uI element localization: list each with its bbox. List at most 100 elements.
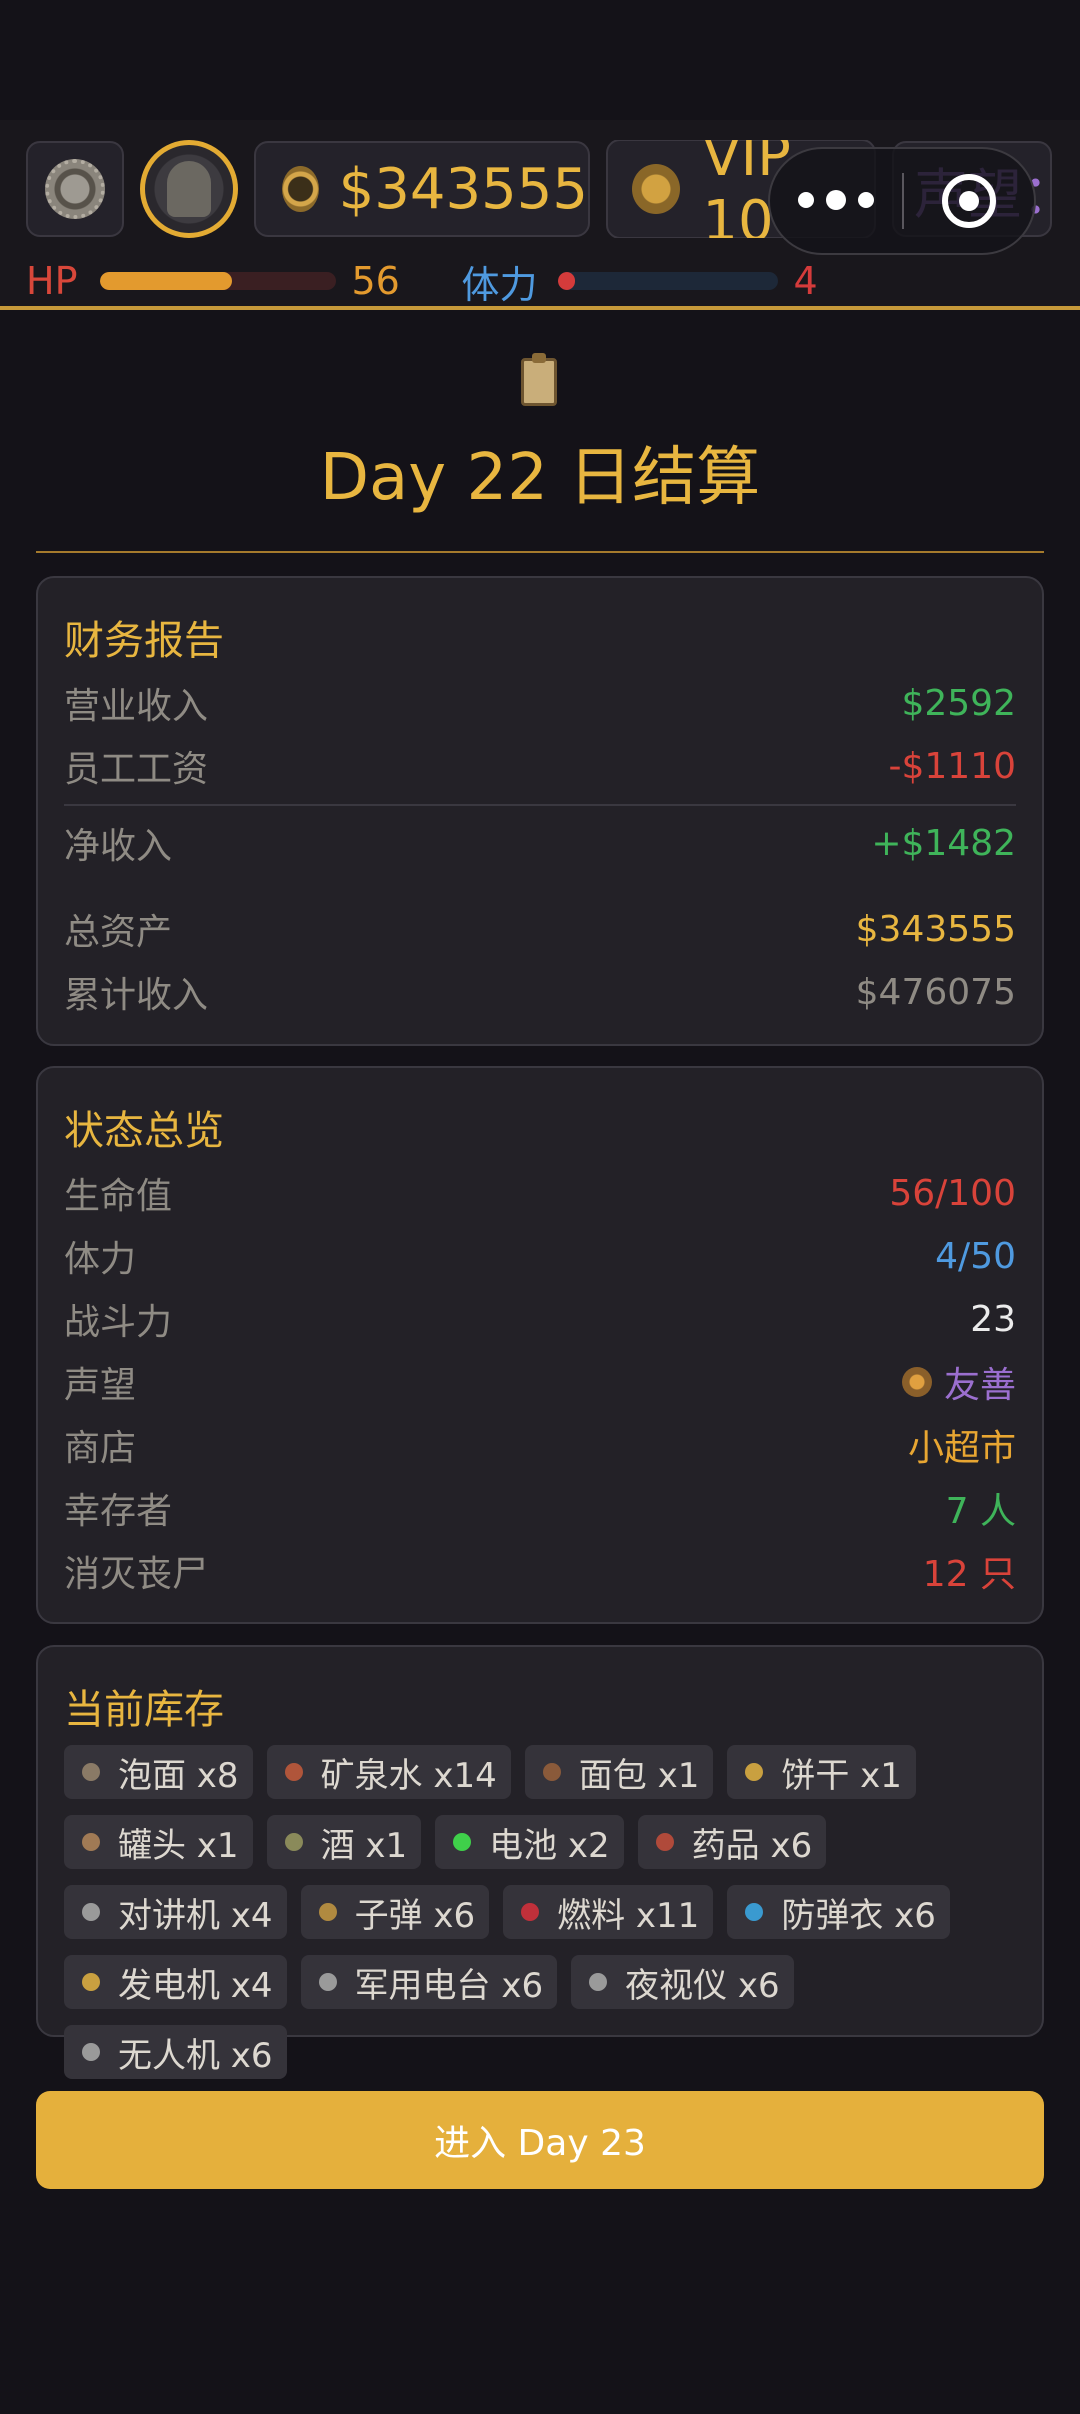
reputation-row-value: 友善 xyxy=(943,1365,1016,1406)
status-row-shop: 商店 小超市 xyxy=(64,1420,1016,1470)
inventory-item[interactable]: 酒 x1 xyxy=(266,1815,422,1869)
hp-label: HP xyxy=(26,259,78,303)
inventory-item[interactable]: 军用电台 x6 xyxy=(300,1955,558,2009)
inventory-item[interactable]: 面包 x1 xyxy=(524,1745,714,1799)
cumulative-income-label: 累计收入 xyxy=(64,975,209,1016)
reputation-row-label: 声望 xyxy=(64,1365,137,1406)
status-row-survivors: 幸存者 7 人 xyxy=(64,1483,1016,1533)
inventory-item[interactable]: 矿泉水 x14 xyxy=(266,1745,511,1799)
finance-divider xyxy=(64,804,1016,806)
page-title: Day 22 日结算 xyxy=(319,441,761,515)
military-radio-icon xyxy=(318,1973,337,1991)
inventory-item[interactable]: 防弹衣 x6 xyxy=(727,1885,950,1939)
finance-title: 财务报告 xyxy=(64,618,224,664)
bread-icon xyxy=(542,1763,561,1781)
finance-report-card: 财务报告 营业收入 $2592 员工工资 -$1110 净收入 +$1482 总… xyxy=(36,576,1044,1046)
title-divider xyxy=(36,551,1044,553)
miniprogram-capsule xyxy=(768,147,1036,255)
stamina-row-label: 体力 xyxy=(64,1239,137,1280)
inventory-item[interactable]: 夜视仪 x6 xyxy=(571,1955,794,2009)
revenue-label: 营业收入 xyxy=(64,686,209,727)
inventory-item-label: 无人机 x6 xyxy=(118,2035,273,2076)
more-options-icon[interactable] xyxy=(770,190,902,210)
inventory-item-label: 泡面 x8 xyxy=(118,1755,239,1796)
shop-value: 小超市 xyxy=(907,1428,1016,1469)
finance-row-revenue: 营业收入 $2592 xyxy=(64,678,1016,728)
total-assets-label: 总资产 xyxy=(64,912,173,953)
inventory-item-label: 发电机 x4 xyxy=(118,1965,273,2006)
vitals-bars: HP 56 体力 4 xyxy=(26,256,1066,307)
status-row-zombies: 消灭丧尸 12 只 xyxy=(64,1546,1016,1596)
avatar[interactable] xyxy=(140,140,238,238)
inventory-item[interactable]: 罐头 x1 xyxy=(64,1815,253,1869)
stamina-label: 体力 xyxy=(461,262,538,307)
walkie-talkie-icon xyxy=(82,1903,100,1921)
inventory-item-label: 面包 x1 xyxy=(578,1755,700,1796)
inventory-item-label: 夜视仪 x6 xyxy=(625,1965,780,2006)
inventory-item-label: 子弹 x6 xyxy=(354,1895,476,1936)
inventory-item-label: 矿泉水 x14 xyxy=(320,1755,497,1796)
canned-food-icon xyxy=(82,1833,100,1851)
inventory-item-label: 饼干 x1 xyxy=(781,1755,902,1796)
finance-row-wages: 员工工资 -$1110 xyxy=(64,741,1016,791)
generator-icon xyxy=(82,1973,100,1991)
liquor-icon xyxy=(284,1833,303,1851)
net-income-label: 净收入 xyxy=(64,826,173,867)
next-day-button[interactable]: 进入 Day 23 xyxy=(36,2091,1044,2189)
inventory-item[interactable]: 药品 x6 xyxy=(637,1815,827,1869)
finance-row-assets: 总资产 $343555 xyxy=(64,904,1016,954)
crown-icon xyxy=(632,164,681,214)
stamina-row-value: 4/50 xyxy=(935,1235,1016,1277)
inventory-item[interactable]: 发电机 x4 xyxy=(64,1955,287,2009)
biscuit-icon xyxy=(745,1763,764,1781)
hp-bar-fill xyxy=(99,272,232,290)
inventory-item[interactable]: 对讲机 x4 xyxy=(64,1885,287,1939)
total-assets-value: $343555 xyxy=(855,908,1016,950)
zombies-killed-value: 12 只 xyxy=(922,1554,1016,1595)
zombies-killed-label: 消灭丧尸 xyxy=(64,1554,209,1595)
inventory-item-label: 酒 x1 xyxy=(320,1825,408,1866)
finance-row-net: 净收入 +$1482 xyxy=(64,818,1016,868)
skull-coin-icon xyxy=(282,166,319,212)
status-row-combat: 战斗力 23 xyxy=(64,1294,1016,1344)
inventory-item[interactable]: 无人机 x6 xyxy=(64,2025,287,2079)
close-miniprogram-icon[interactable] xyxy=(904,174,1034,228)
status-row-reputation: 声望 友善 xyxy=(64,1357,1016,1407)
hp-bar xyxy=(99,272,336,290)
inventory-item-label: 电池 x2 xyxy=(489,1825,610,1866)
stamina-value: 4 xyxy=(793,259,818,303)
inventory-item-label: 罐头 x1 xyxy=(118,1825,239,1866)
stamina-bar-fill xyxy=(557,272,576,290)
stamina-bar xyxy=(557,272,778,290)
inventory-item[interactable]: 电池 x2 xyxy=(435,1815,624,1869)
inventory-item[interactable]: 泡面 x8 xyxy=(64,1745,253,1799)
finance-row-cumulative: 累计收入 $476075 xyxy=(64,967,1016,1017)
clipboard-icon xyxy=(521,353,557,406)
inventory-item[interactable]: 燃料 x11 xyxy=(503,1885,714,1939)
wages-value: -$1110 xyxy=(888,745,1016,787)
status-row-stamina: 体力 4/50 xyxy=(64,1231,1016,1281)
combat-power-label: 战斗力 xyxy=(64,1302,173,1343)
status-row-health: 生命值 56/100 xyxy=(64,1168,1016,1218)
gear-icon xyxy=(45,159,105,219)
combat-power-value: 23 xyxy=(970,1298,1016,1340)
fuel-icon xyxy=(521,1903,540,1921)
inventory-item[interactable]: 饼干 x1 xyxy=(727,1745,916,1799)
settings-button[interactable] xyxy=(26,141,124,237)
reputation-row-value-group: 友善 xyxy=(901,1356,1016,1408)
night-vision-icon xyxy=(589,1973,608,1991)
status-overview-card: 状态总览 生命值 56/100 体力 4/50 战斗力 23 声望 友善 商店 … xyxy=(36,1066,1044,1624)
inventory-item[interactable]: 子弹 x6 xyxy=(300,1885,490,1939)
shop-label: 商店 xyxy=(64,1428,137,1469)
wages-label: 员工工资 xyxy=(64,749,209,790)
status-title: 状态总览 xyxy=(64,1108,224,1154)
survivors-value: 7 人 xyxy=(945,1491,1016,1532)
hp-value: 56 xyxy=(351,259,400,303)
drone-icon xyxy=(82,2043,100,2061)
inventory-card: 当前库存 泡面 x8 矿泉水 x14 面包 x1 饼干 x1 罐头 x1 酒 x1 电池 x… xyxy=(36,1645,1044,2079)
revenue-value: $2592 xyxy=(901,682,1016,724)
reputation-star-icon xyxy=(901,1367,932,1397)
net-income-value: +$1482 xyxy=(871,822,1016,864)
body-armor-icon xyxy=(745,1903,764,1921)
battery-icon xyxy=(453,1833,472,1851)
